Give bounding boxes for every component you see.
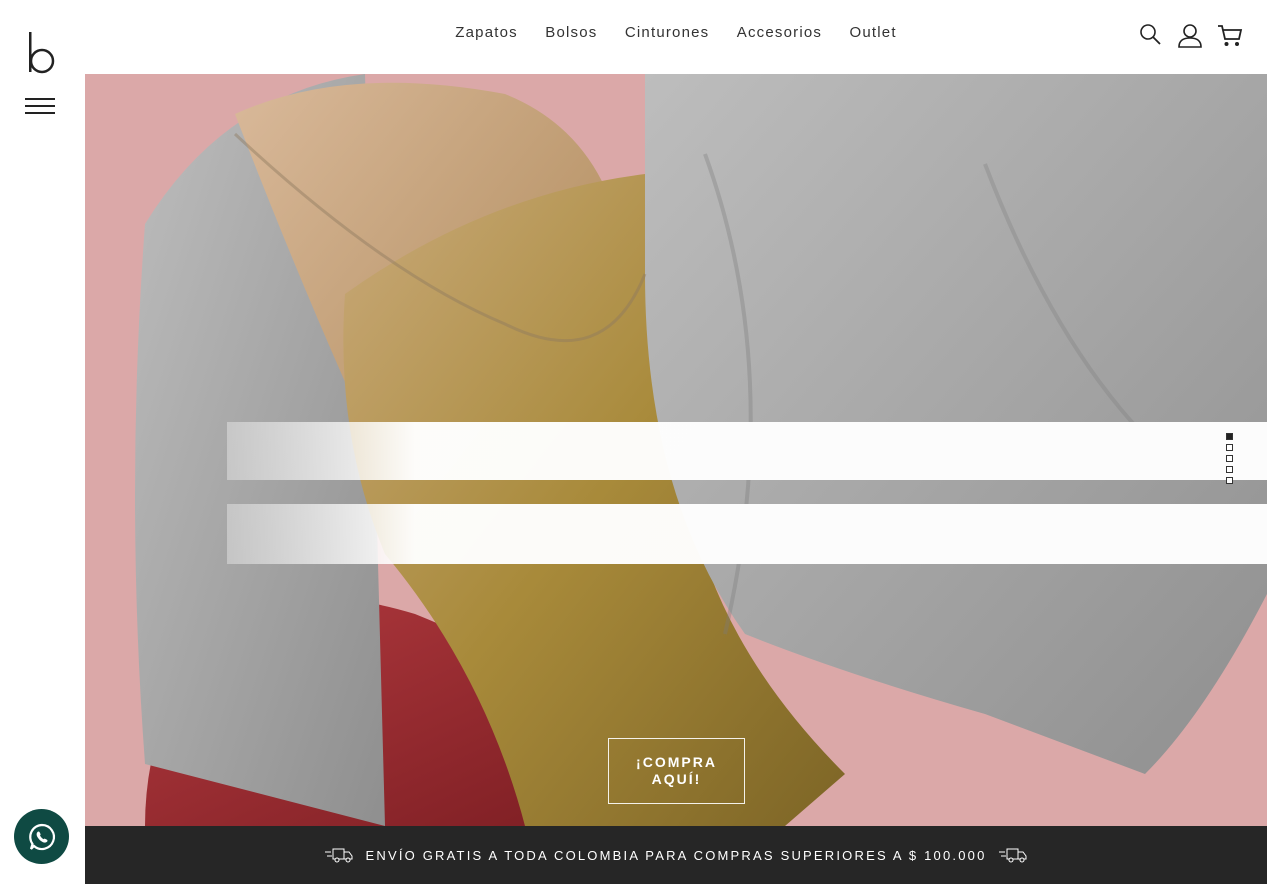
search-icon[interactable] xyxy=(1139,23,1163,47)
cart-icon[interactable] xyxy=(1217,22,1243,48)
left-rail xyxy=(0,0,85,884)
shipping-text: ENVÍO GRATIS A TODA COLOMBIA PARA COMPRA… xyxy=(365,847,987,863)
main-nav: Zapatos Bolsos Cinturones Accesorios Out… xyxy=(85,24,1267,41)
menu-toggle-button[interactable] xyxy=(25,98,55,114)
hero-white-band-top xyxy=(227,422,1267,480)
nav-item-bolsos[interactable]: Bolsos xyxy=(545,24,597,41)
nav-item-outlet[interactable]: Outlet xyxy=(850,24,897,41)
hero-banner: ¡COMPRA AQUÍ! xyxy=(85,74,1267,826)
header-icons xyxy=(1139,22,1243,48)
b-logo-icon xyxy=(29,32,55,74)
whatsapp-icon xyxy=(28,823,55,850)
nav-item-zapatos[interactable]: Zapatos xyxy=(455,24,518,41)
slide-dot-1[interactable] xyxy=(1226,433,1233,440)
slide-dot-5[interactable] xyxy=(1226,477,1233,484)
truck-icon xyxy=(325,848,353,863)
user-icon[interactable] xyxy=(1177,22,1203,48)
brand-logo[interactable] xyxy=(26,30,58,76)
shop-now-button[interactable]: ¡COMPRA AQUÍ! xyxy=(608,738,745,804)
nav-item-cinturones[interactable]: Cinturones xyxy=(625,24,710,41)
top-header: Zapatos Bolsos Cinturones Accesorios Out… xyxy=(85,0,1267,74)
truck-icon xyxy=(998,848,1027,863)
whatsapp-button[interactable] xyxy=(14,809,69,864)
slide-dot-2[interactable] xyxy=(1226,444,1233,451)
hero-white-band-bottom xyxy=(227,504,1267,564)
slide-dot-4[interactable] xyxy=(1226,466,1233,473)
slider-dots xyxy=(1226,433,1234,488)
shipping-banner: ENVÍO GRATIS A TODA COLOMBIA PARA COMPRA… xyxy=(85,826,1267,884)
slide-dot-3[interactable] xyxy=(1226,455,1233,462)
nav-item-accesorios[interactable]: Accesorios xyxy=(737,24,822,41)
